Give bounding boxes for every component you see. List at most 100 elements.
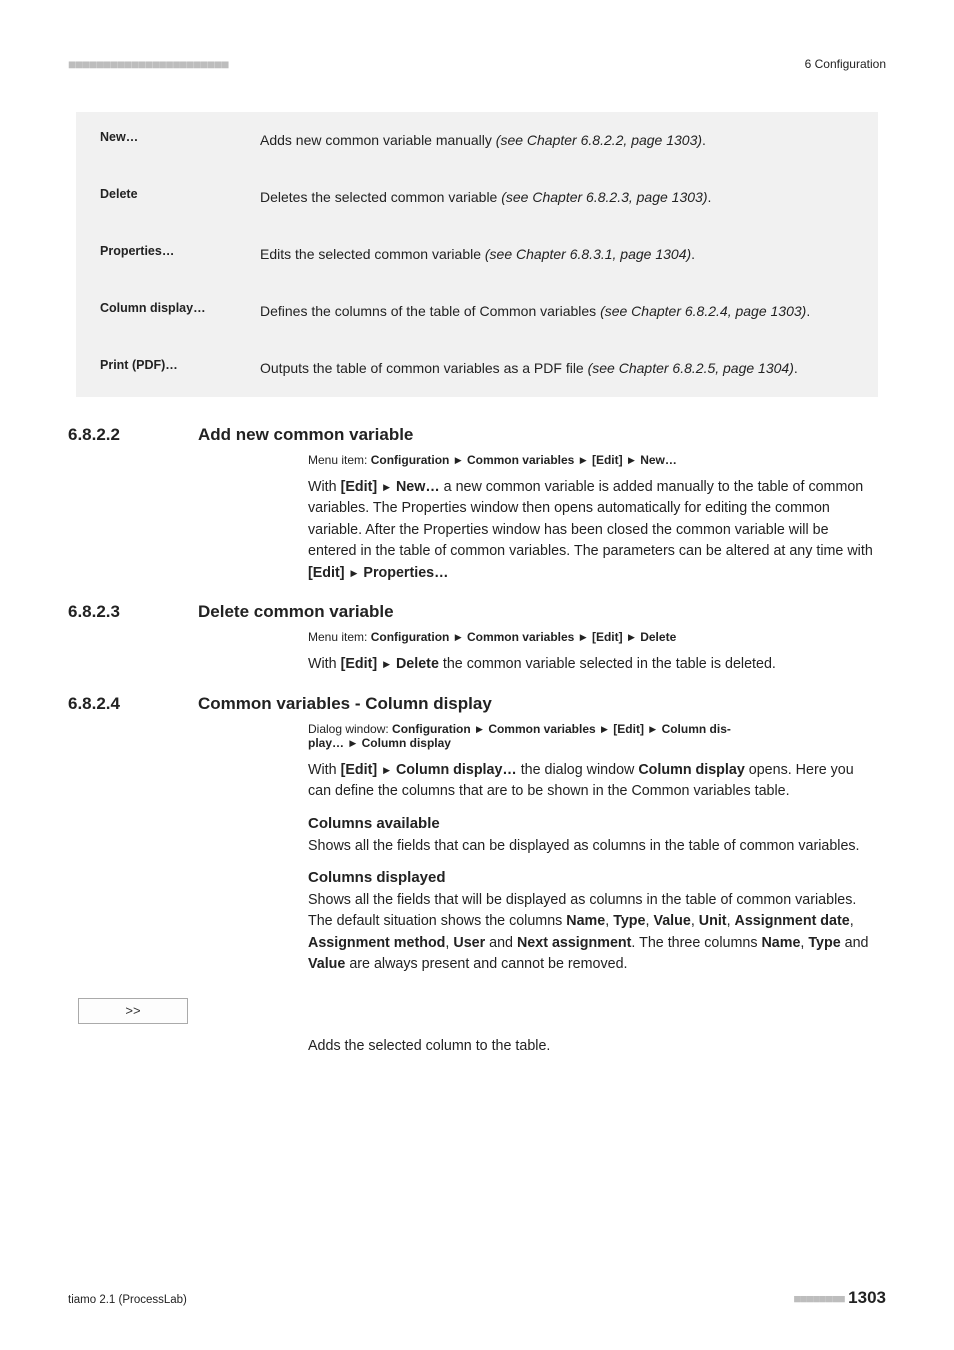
section-heading-6822: 6.8.2.2 Add new common variable: [68, 425, 886, 445]
def-desc-post: .: [794, 360, 798, 376]
section-number: 6.8.2.4: [68, 694, 198, 714]
menu-part: Configuration: [371, 453, 450, 467]
def-desc-post: .: [708, 189, 712, 205]
menu-part: Configuration: [371, 630, 450, 644]
def-desc-text: Adds new common variable manually: [260, 132, 496, 148]
def-row-properties: Properties… Edits the selected common va…: [76, 226, 878, 283]
def-row-print-pdf: Print (PDF)… Outputs the table of common…: [76, 340, 878, 397]
text: ,: [605, 913, 613, 929]
def-desc-text: Edits the selected common variable: [260, 246, 485, 262]
text-bold: Next assignment: [517, 935, 631, 951]
def-desc-ref: (see Chapter 6.8.2.3, page 1303): [501, 189, 707, 205]
menu-part: Common variables: [467, 453, 574, 467]
chevron-right-icon: ▶: [601, 724, 608, 734]
text-bold: Value: [653, 913, 690, 929]
chevron-right-icon: ▶: [455, 632, 462, 642]
text-bold: New…: [396, 479, 440, 495]
text-bold: Column display…: [396, 762, 517, 778]
footer-ornament: ■■■■■■■■: [793, 1291, 844, 1306]
text-bold: Value: [308, 956, 345, 972]
menu-part: Common variables: [488, 722, 595, 736]
chevron-right-icon: ▶: [349, 738, 356, 748]
menu-part: Delete: [640, 630, 676, 644]
def-desc-post: .: [691, 246, 695, 262]
def-desc-post: .: [702, 132, 706, 148]
paragraph: Shows all the fields that can be display…: [308, 836, 876, 857]
menu-prefix: Dialog window:: [308, 722, 392, 736]
paragraph: Adds the selected column to the table.: [308, 1036, 876, 1057]
def-desc: Deletes the selected common variable (se…: [260, 187, 854, 208]
def-row-delete: Delete Deletes the selected common varia…: [76, 169, 878, 226]
text: With: [308, 479, 341, 495]
section-heading-6823: 6.8.2.3 Delete common variable: [68, 602, 886, 622]
text: ,: [850, 913, 854, 929]
menu-prefix: Menu item:: [308, 453, 371, 467]
chevron-right-icon: ▶: [383, 659, 390, 669]
text: and: [841, 935, 869, 951]
def-desc: Defines the columns of the table of Comm…: [260, 301, 854, 322]
chevron-right-icon: ▶: [628, 455, 635, 465]
def-term: Delete: [100, 187, 260, 208]
text-bold: Name: [761, 935, 800, 951]
text: and: [485, 935, 517, 951]
menu-part: [Edit]: [613, 722, 644, 736]
def-desc-text: Outputs the table of common variables as…: [260, 360, 588, 376]
chevron-right-icon: ▶: [383, 482, 390, 492]
section-heading-6824: 6.8.2.4 Common variables - Column displa…: [68, 694, 886, 714]
footer-page: ■■■■■■■■ 1303: [793, 1288, 886, 1308]
menu-path: Menu item: Configuration ▶ Common variab…: [308, 630, 876, 644]
text: With: [308, 656, 341, 672]
text: . The three columns: [631, 935, 761, 951]
def-row-column-display: Column display… Defines the columns of t…: [76, 283, 878, 340]
text-bold: User: [453, 935, 485, 951]
chevron-right-icon: ▶: [580, 632, 587, 642]
def-term: Print (PDF)…: [100, 358, 260, 379]
def-desc: Adds new common variable manually (see C…: [260, 130, 854, 151]
menu-part: Column display: [362, 736, 451, 750]
menu-part: Configuration: [392, 722, 471, 736]
subheading-columns-available: Columns available: [308, 815, 876, 832]
def-desc-ref: (see Chapter 6.8.3.1, page 1304): [485, 246, 691, 262]
def-row-new: New… Adds new common variable manually (…: [76, 112, 878, 169]
text-bold: Assignment method: [308, 935, 445, 951]
section-number: 6.8.2.2: [68, 425, 198, 445]
menu-part: [Edit]: [592, 630, 623, 644]
def-term: New…: [100, 130, 260, 151]
text: With: [308, 762, 341, 778]
menu-path: Menu item: Configuration ▶ Common variab…: [308, 453, 876, 467]
def-desc-text: Deletes the selected common variable: [260, 189, 501, 205]
def-desc-text: Defines the columns of the table of Comm…: [260, 303, 600, 319]
def-desc: Outputs the table of common variables as…: [260, 358, 854, 379]
header-ornament: ■■■■■■■■■■■■■■■■■■■■■■■: [68, 56, 228, 72]
text: the common variable selected in the tabl…: [439, 656, 776, 672]
text-bold: [Edit]: [341, 762, 382, 778]
page-number: 1303: [848, 1288, 886, 1307]
text-bold: Unit: [699, 913, 727, 929]
def-desc-post: .: [806, 303, 810, 319]
menu-path: Dialog window: Configuration ▶ Common va…: [308, 722, 876, 750]
section-title: Delete common variable: [198, 602, 394, 622]
text: are always present and cannot be removed…: [345, 956, 627, 972]
def-term: Properties…: [100, 244, 260, 265]
text-bold: Assignment date: [735, 913, 850, 929]
add-column-button[interactable]: >>: [78, 998, 188, 1024]
footer-product: tiamo 2.1 (ProcessLab): [68, 1294, 187, 1306]
section-title: Add new common variable: [198, 425, 413, 445]
text-bold: Type: [613, 913, 645, 929]
chevron-right-icon: ▶: [383, 765, 390, 775]
text-bold: [Edit]: [341, 656, 382, 672]
definitions-block: New… Adds new common variable manually (…: [76, 112, 878, 397]
page-footer: tiamo 2.1 (ProcessLab) ■■■■■■■■ 1303: [68, 1288, 886, 1308]
chevron-right-icon: ▶: [455, 455, 462, 465]
text-bold: [Edit]: [341, 479, 382, 495]
text-bold: Type: [808, 935, 840, 951]
header-chapter: 6 Configuration: [805, 57, 886, 71]
paragraph: With [Edit] ▶ Column display… the dialog…: [308, 760, 876, 803]
paragraph: With [Edit] ▶ New… a new common variable…: [308, 477, 876, 584]
subheading-columns-displayed: Columns displayed: [308, 869, 876, 886]
menu-part: play…: [308, 736, 347, 750]
text-bold: Delete: [396, 656, 439, 672]
section-number: 6.8.2.3: [68, 602, 198, 622]
text-bold: [Edit]: [308, 565, 349, 581]
chevron-right-icon: ▶: [476, 724, 483, 734]
